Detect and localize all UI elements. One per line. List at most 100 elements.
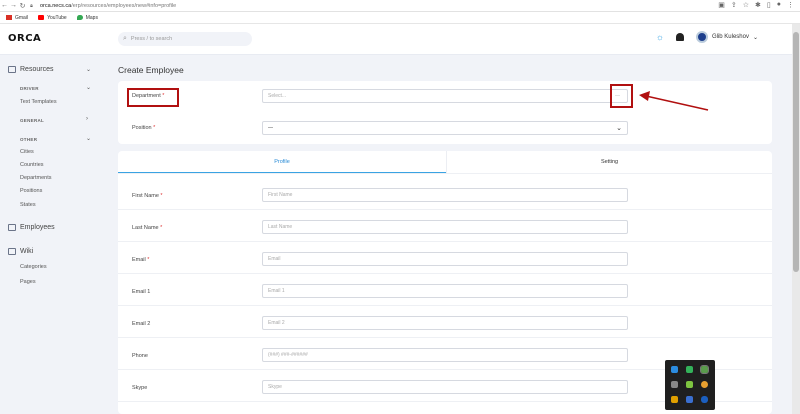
input-placeholder: Skype: [268, 384, 282, 390]
extensions-icon[interactable]: ✱: [755, 1, 761, 9]
sidebar-group-other[interactable]: OTHER: [20, 137, 37, 142]
field-label-text: Email 1: [132, 289, 151, 295]
nvidia-icon[interactable]: [686, 366, 693, 373]
field-label-text: Email 2: [132, 321, 151, 327]
sidebar: Resources ⌄ DRIVER ⌄ Text Templates GENE…: [0, 55, 104, 414]
input-placeholder: Email 1: [268, 288, 285, 294]
annotation-arrow-line: [645, 95, 709, 111]
text-input[interactable]: First Name: [262, 188, 628, 202]
sidebar-item-pages[interactable]: Pages: [20, 279, 36, 285]
translate-icon[interactable]: ▣: [718, 1, 725, 9]
address-bar[interactable]: orca.necs.ca/erp/resources/employees/new…: [40, 3, 176, 9]
page-scrollbar[interactable]: [792, 24, 800, 414]
row-divider: [118, 305, 772, 306]
app-tray-icon[interactable]: [700, 365, 709, 374]
sidebar-group-general[interactable]: GENERAL: [20, 118, 44, 123]
search-input[interactable]: ⌕ Press / to search: [118, 32, 252, 46]
field-label: Last Name *: [132, 225, 162, 231]
sidebar-item-states[interactable]: States: [20, 202, 36, 208]
forward-icon[interactable]: →: [9, 2, 18, 9]
book-icon: [8, 248, 16, 255]
theme-toggle-icon[interactable]: ☼: [656, 32, 664, 42]
app-logo[interactable]: ORCA: [8, 33, 41, 44]
required-mark: *: [160, 225, 163, 231]
chat-tray-icon[interactable]: [686, 381, 693, 388]
input-placeholder: First Name: [268, 192, 293, 198]
position-label-text: Position: [132, 125, 152, 131]
profile-icon[interactable]: ●: [777, 1, 781, 9]
gmail-icon: [6, 15, 12, 20]
search-icon: ⌕: [123, 35, 127, 42]
bookmark-gmail[interactable]: Gmail: [6, 15, 28, 21]
annotation-box-department-dash: [610, 84, 633, 108]
bookmark-star-icon[interactable]: ☆: [743, 1, 749, 9]
text-input[interactable]: Email: [262, 252, 628, 266]
chevron-down-icon: ⌄: [616, 125, 622, 132]
sidebar-item-employees[interactable]: Employees: [8, 224, 55, 231]
sidebar-group-driver[interactable]: DRIVER: [20, 86, 39, 91]
folder-tray-icon[interactable]: [671, 396, 678, 403]
annotation-arrowhead: [639, 91, 650, 101]
bookmark-maps[interactable]: Maps: [76, 15, 98, 21]
text-input[interactable]: (###) ###-######: [262, 348, 628, 362]
chrome-tray-icon[interactable]: [701, 381, 708, 388]
tab-setting[interactable]: Setting: [446, 151, 772, 173]
resources-icon: [8, 66, 16, 73]
network-icon[interactable]: [671, 381, 678, 388]
chevron-down-icon: ⌄: [752, 34, 758, 41]
sidebar-item-label: Resources: [20, 66, 54, 73]
sidebar-item-cities[interactable]: Cities: [20, 149, 34, 155]
input-placeholder: Email: [268, 256, 281, 262]
field-label-text: Email: [132, 257, 146, 263]
field-label: Phone: [132, 353, 148, 359]
user-menu[interactable]: Glib Kuleshov ⌄: [695, 31, 758, 43]
tab-profile[interactable]: Profile: [118, 151, 446, 173]
chevron-down-icon[interactable]: ⌄: [86, 135, 91, 142]
text-input[interactable]: Email 1: [262, 284, 628, 298]
sidebar-item-resources[interactable]: Resources: [8, 66, 53, 73]
annotation-box-department-label: [127, 88, 179, 107]
bookmark-youtube[interactable]: YouTube: [38, 15, 67, 21]
chevron-down-icon[interactable]: ⌄: [86, 66, 91, 73]
chevron-down-icon[interactable]: ⌄: [86, 84, 91, 91]
youtube-icon: [38, 15, 45, 20]
sidebar-item-text-templates[interactable]: Text Templates: [20, 99, 57, 105]
department-select[interactable]: Select...: [262, 89, 628, 103]
share-icon[interactable]: ⇪: [731, 1, 737, 9]
avatar: [695, 31, 708, 43]
field-label-text: Skype: [132, 385, 148, 391]
text-input[interactable]: Skype: [262, 380, 628, 394]
input-placeholder: Last Name: [268, 224, 293, 230]
sidebar-item-departments[interactable]: Departments: [20, 175, 52, 181]
row-divider: [118, 209, 772, 210]
text-input[interactable]: Last Name: [262, 220, 628, 234]
field-label: Email 1: [132, 289, 150, 295]
required-mark: *: [147, 257, 150, 263]
chevron-right-icon[interactable]: ›: [86, 116, 88, 122]
scrollbar-thumb[interactable]: [793, 32, 799, 272]
field-label-text: Last Name: [132, 225, 159, 231]
sidebar-item-categories[interactable]: Categories: [20, 264, 47, 270]
url-host: orca.necs.ca: [40, 2, 72, 9]
sidebar-item-positions[interactable]: Positions: [20, 188, 42, 194]
bookmark-label: Gmail: [15, 14, 29, 21]
employees-icon: [8, 224, 16, 231]
bluetooth-icon[interactable]: [701, 396, 708, 403]
edge-icon[interactable]: [671, 366, 678, 373]
row-divider: [118, 337, 772, 338]
position-value: —: [268, 125, 273, 131]
input-placeholder: (###) ###-######: [268, 352, 308, 358]
search-placeholder: Press / to search: [130, 36, 173, 42]
field-label: First Name *: [132, 193, 163, 199]
reload-icon[interactable]: ↻: [18, 2, 27, 10]
word-tray-icon[interactable]: [686, 396, 693, 403]
field-label: Skype: [132, 385, 147, 391]
sidepanel-icon[interactable]: ▯: [767, 1, 771, 9]
menu-icon[interactable]: ⋮: [787, 1, 794, 9]
position-select[interactable]: — ⌄: [262, 121, 628, 135]
sidebar-item-countries[interactable]: Countries: [20, 162, 44, 168]
back-icon[interactable]: ←: [0, 2, 9, 9]
text-input[interactable]: Email 2: [262, 316, 628, 330]
sidebar-item-wiki[interactable]: Wiki: [8, 248, 33, 255]
notifications-bell-icon[interactable]: [675, 33, 684, 41]
